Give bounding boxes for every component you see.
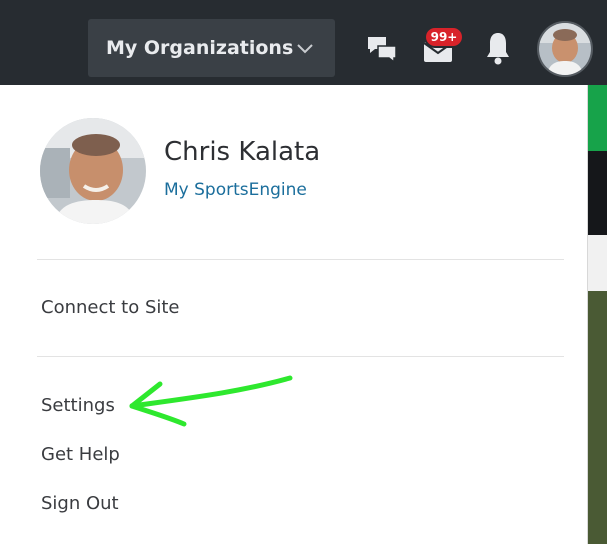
menu-item-connect-to-site[interactable]: Connect to Site xyxy=(41,297,180,318)
top-nav-bar: My Organizations 99+ xyxy=(0,0,607,85)
user-avatar-button[interactable] xyxy=(537,21,593,77)
user-name: Chris Kalata xyxy=(164,137,321,167)
mail-count-badge: 99+ xyxy=(424,26,464,48)
background-dark-strip xyxy=(587,151,607,235)
menu-divider xyxy=(37,259,564,260)
my-sportsengine-link[interactable]: My SportsEngine xyxy=(164,180,307,200)
background-photo-strip xyxy=(587,291,607,544)
green-arrow-icon xyxy=(129,375,293,427)
profile-photo-icon xyxy=(40,118,146,224)
profile-avatar xyxy=(40,118,146,224)
background-green-strip xyxy=(587,85,607,151)
menu-divider xyxy=(37,356,564,357)
chevron-down-icon xyxy=(297,44,313,54)
my-organizations-label: My Organizations xyxy=(106,37,294,59)
menu-item-sign-out[interactable]: Sign Out xyxy=(41,493,119,514)
chat-bubbles-icon[interactable] xyxy=(366,34,398,64)
my-organizations-button[interactable]: My Organizations xyxy=(88,19,335,77)
menu-item-get-help[interactable]: Get Help xyxy=(41,444,120,465)
user-photo-icon xyxy=(539,23,591,75)
bell-icon[interactable] xyxy=(484,30,512,66)
menu-item-settings[interactable]: Settings xyxy=(41,395,115,416)
background-light-strip xyxy=(587,235,607,291)
